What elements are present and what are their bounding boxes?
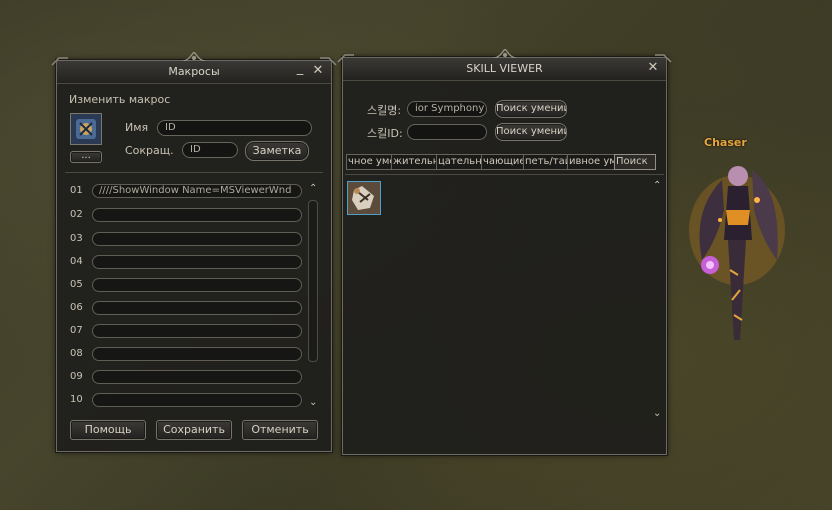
macro-line-number: 03	[70, 233, 83, 244]
skill-id-search-button[interactable]: Поиск умений	[495, 123, 567, 141]
skill-viewer-window: SKILL VIEWER ✕ 스킬명: ior Symphony Поиск у…	[337, 49, 672, 455]
help-button[interactable]: Помощь	[70, 420, 146, 440]
skill-name-search-button[interactable]: Поиск умений	[495, 100, 567, 118]
skill-name-label: 스킬명:	[367, 104, 402, 117]
character-model[interactable]	[682, 150, 792, 350]
macro-line-number: 05	[70, 279, 83, 290]
skill-viewer-titlebar[interactable]: SKILL VIEWER ✕	[343, 58, 666, 81]
note-button[interactable]: Заметка	[245, 141, 309, 161]
macro-line-input[interactable]: ////ShowWindow Name=MSViewerWnd	[92, 184, 302, 198]
minimize-icon[interactable]: _	[293, 62, 307, 76]
skill-results-list	[345, 176, 650, 448]
divider	[65, 172, 323, 173]
edit-macro-label: Изменить макрос	[69, 93, 171, 106]
tab-skill-category-6[interactable]: ивное умение	[567, 154, 615, 170]
macro-short-label: Сокращ.	[125, 144, 174, 157]
macro-short-field[interactable]: ID	[182, 142, 238, 158]
macro-line-input[interactable]	[92, 278, 302, 292]
tab-skill-category-2[interactable]: жительные	[391, 154, 437, 170]
skill-name-field[interactable]: ior Symphony	[407, 101, 487, 117]
close-icon[interactable]: ✕	[311, 64, 325, 78]
macro-book-icon	[76, 119, 96, 139]
chevron-up-icon[interactable]: ⌃	[309, 183, 317, 194]
cancel-button[interactable]: Отменить	[242, 420, 318, 440]
macro-line-number: 04	[70, 256, 83, 267]
macro-line-input[interactable]	[92, 370, 302, 384]
macro-titlebar[interactable]: Макросы _ ✕	[57, 61, 331, 84]
tab-skill-category-5[interactable]: петь/тайные	[523, 154, 568, 170]
macro-line-number: 07	[70, 325, 83, 336]
macro-line-number: 01	[70, 185, 83, 196]
skill-viewer-title: SKILL VIEWER	[466, 62, 543, 75]
macro-icon-slot[interactable]	[70, 113, 102, 145]
macro-line-input[interactable]	[92, 255, 302, 269]
macro-line-input[interactable]	[92, 324, 302, 338]
macro-line-number: 08	[70, 348, 83, 359]
chevron-down-icon[interactable]: ⌄	[309, 397, 317, 408]
macro-line-input[interactable]	[92, 208, 302, 222]
save-button[interactable]: Сохранить	[156, 420, 232, 440]
divider	[345, 174, 664, 175]
tab-search[interactable]: Поиск	[614, 154, 656, 170]
macro-line-number: 02	[70, 209, 83, 220]
tab-skill-category-4[interactable]: чающие	[481, 154, 524, 170]
macro-line-input[interactable]	[92, 232, 302, 246]
skill-id-field[interactable]	[407, 124, 487, 140]
macro-line-number: 06	[70, 302, 83, 313]
chevron-up-icon[interactable]: ⌃	[653, 180, 661, 191]
chevron-down-icon[interactable]: ⌄	[653, 408, 661, 419]
macro-scrollbar[interactable]	[308, 200, 318, 362]
skill-id-label: 스킬ID:	[367, 127, 403, 140]
macro-window-title: Макросы	[168, 65, 220, 78]
close-icon[interactable]: ✕	[646, 61, 660, 75]
skill-icon[interactable]	[347, 181, 381, 215]
tab-skill-category-1[interactable]: чное умение	[346, 154, 392, 170]
character-name: Chaser	[704, 136, 747, 149]
macro-line-number: 10	[70, 394, 83, 405]
macro-line-input[interactable]	[92, 347, 302, 361]
macro-name-label: Имя	[125, 121, 149, 134]
macro-window: Макросы _ ✕ Изменить макрос ... Имя ID С…	[51, 52, 337, 452]
macro-icon-select-button[interactable]: ...	[70, 151, 102, 163]
macro-line-input[interactable]	[92, 301, 302, 315]
tab-skill-category-3[interactable]: цательные	[436, 154, 482, 170]
macro-line-input[interactable]	[92, 393, 302, 407]
macro-line-number: 09	[70, 371, 83, 382]
macro-name-field[interactable]: ID	[157, 120, 312, 136]
